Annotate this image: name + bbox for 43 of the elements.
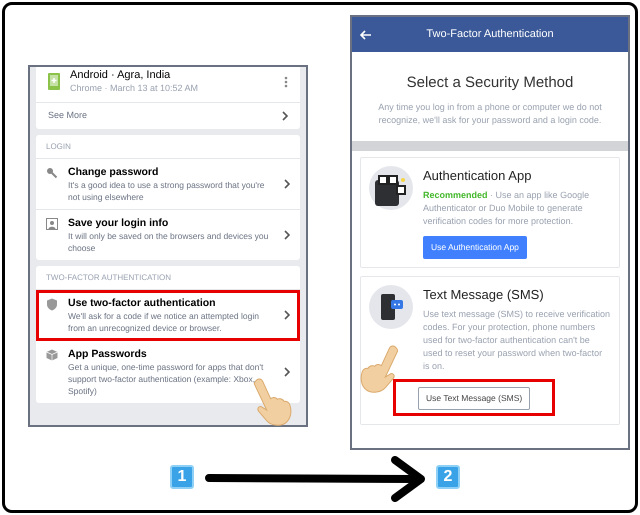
method-title: Text Message (SMS) — [423, 286, 544, 304]
item-description: It's a good idea to use a strong password that you're not using elsewhere — [68, 179, 266, 203]
chevron-icon — [284, 230, 290, 240]
item-title: App Passwords — [68, 347, 148, 361]
intro-text: Any time you log in from a phone or computer we do not recognize, we'll ask for your password and a login code. — [377, 100, 603, 126]
see-more-row[interactable]: See More — [36, 103, 300, 129]
phone-message-icon — [369, 284, 413, 329]
page-heading: Select a Security Method — [406, 73, 574, 93]
item-title: Change password — [68, 165, 160, 179]
qr-phone-icon — [369, 166, 413, 210]
device-details: Chrome · March 13 at 10:52 AM — [70, 82, 200, 94]
back-arrow-icon[interactable] — [360, 30, 372, 40]
device-name: Android · Agra, India — [70, 69, 172, 82]
screen-title: Two-Factor Authentication — [425, 27, 555, 42]
primary-button[interactable]: Use Authentication App — [423, 236, 527, 259]
settings-item[interactable]: App Passwords Get a unique, one-time password for apps that don't support two-factor authentication (example: Xbox, Spotify) — [36, 341, 300, 403]
chevron-icon — [284, 367, 290, 377]
settings-item[interactable]: Save your login info It will only be saved on the browsers and devices you choose — [36, 210, 300, 260]
more-options-icon[interactable] — [284, 76, 288, 88]
step-number-badge: 2 — [436, 465, 460, 489]
chevron-icon — [284, 179, 290, 189]
item-title: Save your login info — [68, 216, 170, 230]
item-description: We'll ask for a code if we notice an attempted login from an unrecognized device or browser. — [68, 310, 260, 334]
item-title: Use two-factor authentication — [68, 296, 217, 310]
chevron-icon — [282, 111, 288, 121]
section-header: LOGIN — [46, 140, 71, 152]
settings-item[interactable]: Use two-factor authentication We'll ask for a code if we notice an attempted login from an unrecognized device or browser. — [36, 290, 300, 341]
phone-icon — [48, 73, 60, 90]
person-icon — [46, 218, 58, 230]
section-header: TWO-FACTOR AUTHENTICATION — [46, 272, 172, 284]
outline-button[interactable]: Use Text Message (SMS) — [418, 387, 530, 410]
shield-icon — [46, 298, 58, 311]
key-icon — [46, 167, 58, 179]
chevron-icon — [284, 310, 290, 320]
method-description: Recommended · Use an app like Google Authenticator or Duo Mobile to generate verification codes for more protection. — [423, 189, 590, 228]
method-title: Authentication App — [423, 166, 532, 185]
settings-item[interactable]: Change password It's a good idea to use a strong password that you're not using elsewhere — [36, 159, 300, 210]
method-description: Use text message (SMS) to receive verification codes. For your protection, phone numbers used for two-factor authentication can't be used to reset your password when two-factor is on. — [423, 308, 611, 374]
cube-icon — [46, 349, 58, 361]
pointing-hand-icon — [360, 345, 400, 393]
item-description: It will only be saved on the browsers and devices you choose — [68, 230, 270, 254]
step-number-badge: 1 — [170, 465, 194, 489]
item-description: Get a unique, one-time password for apps that don't support two-factor authentication (example: Xbox, Spotify) — [68, 361, 264, 397]
